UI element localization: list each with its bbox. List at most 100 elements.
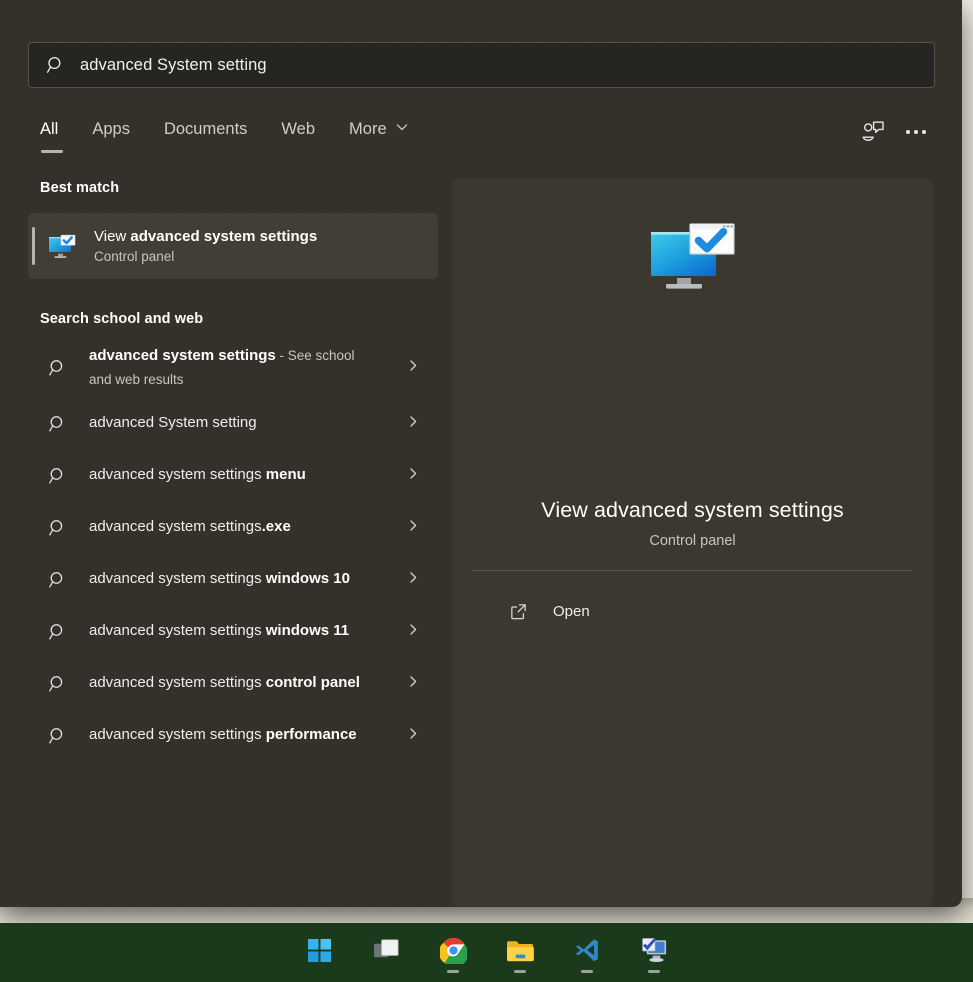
results-column: Best match [0, 180, 452, 907]
search-icon [48, 466, 68, 486]
list-item[interactable]: advanced System setting [28, 398, 438, 450]
tab-web-label: Web [281, 120, 315, 138]
tab-web[interactable]: Web [281, 120, 333, 139]
list-item[interactable]: advanced system settings windows 11 [28, 606, 438, 658]
suggestion-normal: advanced system settings [89, 570, 266, 587]
suggestion-normal: advanced system settings [89, 466, 266, 483]
suggestion-normal: advanced System setting [89, 414, 257, 431]
running-indicator [514, 970, 526, 973]
suggestion-list: advanced system settings - See school an… [0, 339, 452, 762]
more-options-button[interactable] [901, 117, 931, 147]
vscode-icon [574, 937, 600, 968]
open-button-label: Open [553, 603, 590, 620]
search-input[interactable]: advanced System setting [28, 42, 935, 88]
taskbar-item-task-view[interactable] [364, 931, 408, 975]
search-icon [48, 674, 68, 694]
feedback-button[interactable] [858, 117, 888, 147]
chevron-down-icon [395, 120, 409, 139]
tab-all[interactable]: All [40, 120, 58, 139]
running-indicator [447, 970, 459, 973]
chevron-right-icon[interactable] [406, 466, 420, 485]
preview-divider [472, 570, 913, 571]
chevron-right-icon[interactable] [406, 414, 420, 433]
chevron-right-icon[interactable] [406, 570, 420, 589]
tab-more-label: More [349, 120, 387, 139]
tab-apps-label: Apps [92, 120, 130, 138]
best-match-result[interactable]: View advanced system settings Control pa… [28, 213, 438, 279]
search-input-value: advanced System setting [80, 56, 267, 75]
tab-more[interactable]: More [349, 120, 427, 139]
taskbar-item-chrome[interactable] [431, 931, 475, 975]
suggestion-label: advanced system settings windows 11 [89, 619, 349, 643]
suggestion-bold: windows 11 [266, 622, 349, 639]
search-icon [48, 726, 68, 746]
suggestion-label: advanced system settings performance [89, 723, 357, 747]
filter-tabs: All Apps Documents Web More [40, 120, 443, 139]
taskbar [0, 923, 973, 982]
task-view-icon [373, 938, 400, 968]
suggestion-label: advanced System setting [89, 411, 257, 435]
list-item[interactable]: advanced system settings menu [28, 450, 438, 502]
tab-documents-label: Documents [164, 120, 247, 138]
search-icon [48, 518, 68, 538]
suggestion-bold: .exe [262, 518, 291, 535]
suggestion-normal: advanced system settings [89, 518, 262, 535]
list-item[interactable]: advanced system settings control panel [28, 658, 438, 710]
open-button[interactable]: Open [466, 590, 919, 632]
open-external-icon [509, 602, 528, 621]
best-match-text: View advanced system settings Control pa… [94, 228, 317, 265]
chevron-right-icon[interactable] [406, 726, 420, 745]
preview-subtitle: Control panel [476, 533, 909, 549]
search-flyout-panel: advanced System setting All Apps Documen… [0, 0, 962, 907]
feedback-person-chat-icon [860, 118, 886, 147]
suggestion-bold: control panel [266, 674, 360, 691]
suggestion-bold: menu [266, 466, 306, 483]
web-section-heading: Search school and web [40, 311, 452, 327]
desktop: b advanced System setting All Apps [0, 0, 973, 982]
system-properties-monitor-icon [645, 220, 741, 311]
taskbar-icon-row [0, 923, 973, 982]
taskbar-item-file-explorer[interactable] [498, 931, 542, 975]
suggestion-normal: advanced system settings [89, 622, 266, 639]
best-match-title-bold: advanced system settings [130, 228, 317, 245]
selection-indicator [32, 227, 35, 265]
best-match-subtitle: Control panel [94, 249, 317, 264]
taskbar-item-start[interactable] [297, 931, 341, 975]
ellipsis-icon [906, 130, 926, 134]
tab-all-label: All [40, 120, 58, 138]
chevron-right-icon[interactable] [406, 622, 420, 641]
system-properties-icon [640, 937, 669, 969]
suggestion-normal: advanced system settings [89, 674, 266, 691]
chevron-right-icon[interactable] [406, 674, 420, 693]
list-item[interactable]: advanced system settings - See school an… [28, 339, 438, 398]
tab-documents[interactable]: Documents [164, 120, 265, 139]
best-match-title-prefix: View [94, 228, 130, 245]
chevron-right-icon[interactable] [406, 359, 420, 378]
search-icon [48, 622, 68, 642]
suggestion-label: advanced system settings menu [89, 463, 306, 487]
chevron-right-icon[interactable] [406, 518, 420, 537]
list-item[interactable]: advanced system settings.exe [28, 502, 438, 554]
file-explorer-icon [506, 938, 535, 968]
suggestion-bold: performance [266, 726, 357, 743]
tab-apps[interactable]: Apps [92, 120, 148, 139]
running-indicator [581, 970, 593, 973]
search-icon [48, 358, 68, 378]
list-item[interactable]: advanced system settings performance [28, 710, 438, 762]
best-match-heading: Best match [40, 180, 452, 196]
suggestion-label: advanced system settings windows 10 [89, 567, 350, 591]
running-indicator [648, 970, 660, 973]
preview-title: View advanced system settings [476, 498, 909, 523]
list-item[interactable]: advanced system settings windows 10 [28, 554, 438, 606]
taskbar-item-vscode[interactable] [565, 931, 609, 975]
system-properties-monitor-icon [46, 230, 78, 262]
windows-start-icon [307, 938, 332, 968]
suggestion-label: advanced system settings - See school an… [89, 344, 379, 393]
chrome-icon [440, 937, 467, 969]
preview-icon-container [452, 220, 933, 311]
best-match-title: View advanced system settings [94, 228, 317, 247]
search-icon [46, 55, 66, 75]
taskbar-item-system-properties[interactable] [632, 931, 676, 975]
search-icon [48, 414, 68, 434]
suggestion-label: advanced system settings control panel [89, 671, 360, 695]
